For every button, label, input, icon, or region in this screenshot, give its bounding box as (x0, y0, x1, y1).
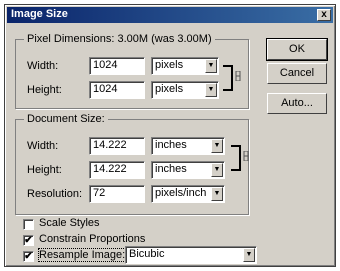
chevron-down-icon: ▼ (211, 187, 223, 201)
chevron-down-icon: ▼ (211, 139, 223, 153)
pixel-height-unit-select[interactable]: pixels ▼ (151, 81, 219, 99)
doc-link-bracket (231, 145, 241, 171)
pixel-width-label: Width: (27, 60, 59, 72)
resolution-unit-value: pixels/inch (155, 187, 207, 199)
chevron-down-icon: ▼ (205, 59, 217, 73)
document-size-label: Document Size: (24, 113, 108, 125)
cancel-button[interactable]: Cancel (267, 63, 327, 84)
pixel-width-input[interactable]: 1024 (89, 57, 145, 75)
image-size-dialog: Image Size x Pixel Dimensions: 3.00M (wa… (4, 4, 336, 267)
resample-method-value: Bicubic (129, 248, 165, 260)
chevron-down-icon: ▼ (243, 248, 255, 262)
chevron-down-icon: ▼ (211, 163, 223, 177)
pixel-height-input[interactable]: 1024 (89, 81, 145, 99)
scale-styles-label: Scale Styles (39, 217, 100, 229)
close-button[interactable]: x (317, 9, 331, 21)
chain-link-icon (243, 151, 249, 161)
window-title: Image Size (11, 8, 68, 20)
resample-image-checkbox[interactable]: ✔ (23, 251, 34, 262)
doc-width-input[interactable]: 14.222 (89, 137, 145, 155)
pixel-dimensions-label: Pixel Dimensions: 3.00M (was 3.00M) (24, 33, 215, 45)
doc-height-unit-select[interactable]: inches ▼ (151, 161, 225, 179)
chevron-down-icon: ▼ (205, 83, 217, 97)
doc-width-unit-value: inches (155, 139, 187, 151)
doc-width-label: Width: (27, 140, 59, 152)
ok-button[interactable]: OK (266, 38, 328, 61)
pixel-width-unit-value: pixels (155, 59, 184, 71)
pixel-link-bracket (223, 65, 233, 91)
doc-height-label: Height: (27, 164, 62, 176)
chain-link-icon (235, 71, 241, 81)
doc-height-input[interactable]: 14.222 (89, 161, 145, 179)
title-bar: Image Size x (7, 7, 333, 23)
resample-method-select[interactable]: Bicubic ▼ (125, 246, 257, 264)
constrain-proportions-checkbox[interactable]: ✔ (23, 235, 34, 246)
scale-styles-checkbox[interactable] (23, 219, 34, 230)
constrain-proportions-label: Constrain Proportions (39, 233, 146, 245)
doc-height-unit-value: inches (155, 163, 187, 175)
resolution-unit-select[interactable]: pixels/inch ▼ (151, 185, 225, 203)
auto-button[interactable]: Auto... (267, 93, 327, 114)
resample-image-label: Resample Image: (37, 248, 127, 262)
pixel-height-unit-value: pixels (155, 83, 184, 95)
doc-width-unit-select[interactable]: inches ▼ (151, 137, 225, 155)
pixel-height-label: Height: (27, 84, 62, 96)
resolution-input[interactable]: 72 (89, 185, 145, 203)
resolution-label: Resolution: (27, 188, 83, 200)
pixel-width-unit-select[interactable]: pixels ▼ (151, 57, 219, 75)
